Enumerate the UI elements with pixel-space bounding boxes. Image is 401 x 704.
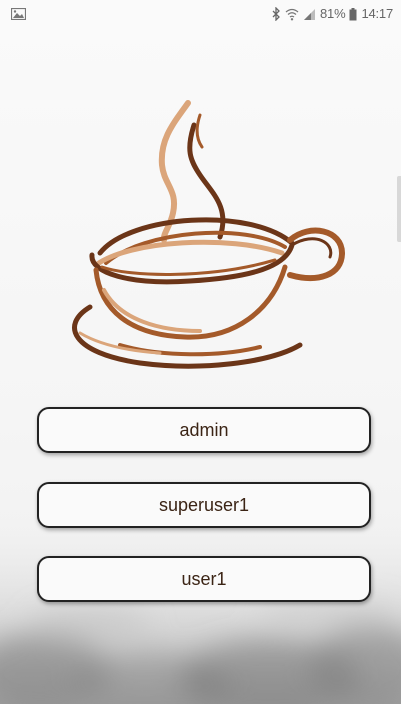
status-time: 14:17 — [361, 6, 393, 21]
user-button-user1[interactable]: user1 — [37, 556, 371, 602]
wifi-icon — [285, 8, 299, 21]
battery-percent: 81% — [320, 6, 346, 21]
login-screen: 81% 14:17 admin superuser1 user1 — [0, 0, 401, 704]
image-icon — [10, 7, 27, 21]
user-button-superuser1[interactable]: superuser1 — [37, 482, 371, 528]
signal-icon — [303, 8, 316, 21]
edge-panel-handle[interactable] — [397, 176, 401, 242]
fog-background — [0, 504, 401, 704]
status-bar: 81% 14:17 — [0, 0, 401, 28]
status-indicators: 81% 14:17 — [272, 6, 393, 22]
coffee-cup-icon — [60, 95, 350, 380]
battery-icon — [349, 7, 357, 21]
bluetooth-icon — [272, 7, 281, 21]
user-button-admin[interactable]: admin — [37, 407, 371, 453]
